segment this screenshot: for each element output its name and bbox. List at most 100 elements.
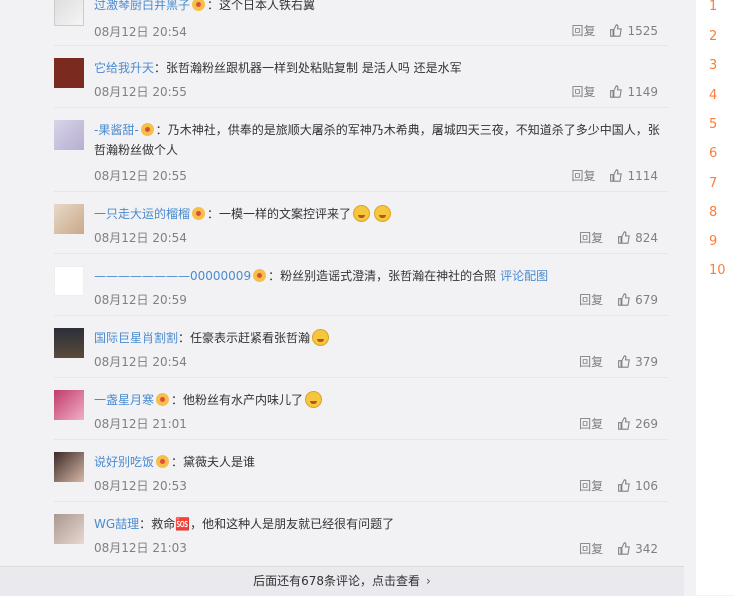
rank-number[interactable]: 2 <box>692 28 734 46</box>
comment-actions: 回复 1114 <box>571 167 658 184</box>
rank-number[interactable]: 4 <box>692 87 734 105</box>
username-link[interactable]: 过激琴厨白井黑子 <box>94 0 190 12</box>
avatar[interactable] <box>54 514 84 544</box>
comment-text-line: -果酱甜- ：乃木神社，供奉的是旅顺大屠杀的军神乃木希典，屠城四天三夜，不知道杀了… <box>94 120 668 160</box>
comment-text: 他粉丝有水产内味儿了 <box>183 393 304 407</box>
like-button[interactable]: 679 <box>617 293 658 307</box>
like-button[interactable]: 824 <box>617 231 658 245</box>
load-more-comments-button[interactable]: 后面还有678条评论，点击查看 › <box>0 566 684 596</box>
comment-item: 国际巨星肖割割：任豪表示赶紧看张哲瀚 08月12日 20:54 回复 379 <box>0 316 684 378</box>
load-more-label: 后面还有678条评论，点击查看 <box>253 574 421 588</box>
rank-number[interactable]: 1 <box>692 0 734 16</box>
avatar[interactable] <box>54 328 84 358</box>
reply-button[interactable]: 回复 <box>571 83 595 100</box>
thumbs-up-icon <box>618 417 630 430</box>
thumbs-up-icon <box>618 231 630 244</box>
like-button[interactable]: 1525 <box>609 24 658 38</box>
like-button[interactable]: 342 <box>617 542 658 556</box>
reply-button[interactable]: 回复 <box>579 353 603 370</box>
comment-list: 过激琴厨白井黑子 ：这个日本人铁右翼 08月12日 20:54 回复 1525 它… <box>0 0 684 596</box>
reply-button[interactable]: 回复 <box>579 477 603 494</box>
comment-text-line: 它给我升天：张哲瀚粉丝跟机器一样到处粘贴复制 是活人吗 还是水军 <box>94 58 668 78</box>
rank-number[interactable]: 8 <box>692 204 734 222</box>
like-count: 269 <box>635 416 658 431</box>
avatar[interactable] <box>54 390 84 420</box>
comment-text-line: ————————00000009 ：粉丝别造谣式澄清，张哲瀚在神社的合照 评论配图 <box>94 266 668 286</box>
comment-text: 粉丝别造谣式澄清，张哲瀚在神社的合照 <box>280 269 497 283</box>
reply-button[interactable]: 回复 <box>579 229 603 246</box>
timestamp: 08月12日 20:55 <box>94 169 187 183</box>
comment-text: 黛薇夫人是谁 <box>183 455 256 469</box>
reply-button[interactable]: 回复 <box>579 291 603 308</box>
like-count: 824 <box>635 230 658 245</box>
comment-item: 过激琴厨白井黑子 ：这个日本人铁右翼 08月12日 20:54 回复 1525 <box>0 0 684 46</box>
crown-badge-icon <box>253 269 267 282</box>
comment-actions: 回复 379 <box>579 353 658 370</box>
crown-badge-icon <box>140 123 154 136</box>
timestamp: 08月12日 20:54 <box>94 355 187 369</box>
rank-number[interactable]: 3 <box>692 57 734 75</box>
comment-actions: 回复 679 <box>579 291 658 308</box>
username-link[interactable]: 一只走大运的榴榴 <box>94 207 190 221</box>
like-button[interactable]: 106 <box>617 479 658 493</box>
comment-item: 它给我升天：张哲瀚粉丝跟机器一样到处粘贴复制 是活人吗 还是水军 08月12日 … <box>0 46 684 108</box>
reply-button[interactable]: 回复 <box>571 167 595 184</box>
like-count: 106 <box>635 478 658 493</box>
comment-text: 一模一样的文案控评来了 <box>219 207 352 221</box>
emoji-face-icon <box>305 391 323 408</box>
avatar[interactable] <box>54 120 84 150</box>
thumbs-up-icon <box>610 24 623 37</box>
reply-button[interactable]: 回复 <box>571 22 595 39</box>
thumbs-up-icon <box>610 85 623 98</box>
like-button[interactable]: 379 <box>617 355 658 369</box>
rank-number[interactable]: 7 <box>692 175 734 193</box>
username-link[interactable]: 它给我升天 <box>94 61 154 75</box>
separator: ： <box>178 331 191 345</box>
like-count: 679 <box>635 292 658 307</box>
like-button[interactable]: 1149 <box>609 85 658 99</box>
like-count: 342 <box>635 541 658 556</box>
comment-actions: 回复 1525 <box>571 22 658 39</box>
like-count: 1149 <box>627 84 658 99</box>
username-link[interactable]: ————————00000009 <box>94 269 251 283</box>
avatar[interactable] <box>54 0 84 26</box>
avatar[interactable] <box>54 266 84 296</box>
rank-number[interactable]: 5 <box>692 116 734 134</box>
rank-number[interactable]: 6 <box>692 145 734 163</box>
timestamp: 08月12日 20:54 <box>94 231 187 245</box>
thumbs-up-icon <box>618 293 630 306</box>
image-comment-link[interactable]: 评论配图 <box>500 269 548 283</box>
username-link[interactable]: 国际巨星肖割割 <box>94 331 178 345</box>
comment-item: 一只走大运的榴榴 ：一模一样的文案控评来了 08月12日 20:54 回复 824 <box>0 192 684 254</box>
timestamp: 08月12日 21:01 <box>94 417 187 431</box>
emoji-face-icon <box>374 205 392 222</box>
comment-text-line: 一盏星月寒 ：他粉丝有水产内味儿了 <box>94 390 668 410</box>
separator: ： <box>207 207 220 221</box>
thumbs-up-icon <box>618 479 630 492</box>
comment-text-line: 一只走大运的榴榴 ：一模一样的文案控评来了 <box>94 204 668 224</box>
comment-item: -果酱甜- ：乃木神社，供奉的是旅顺大屠杀的军神乃木希典，屠城四天三夜，不知道杀了… <box>0 108 684 192</box>
rank-number[interactable]: 9 <box>692 233 734 251</box>
username-link[interactable]: 说好别吃饭 <box>94 455 154 469</box>
reply-button[interactable]: 回复 <box>579 415 603 432</box>
like-button[interactable]: 1114 <box>609 169 658 183</box>
crown-badge-icon <box>156 393 170 406</box>
comment-text: 任豪表示赶紧看张哲瀚 <box>190 331 311 345</box>
username-link[interactable]: 一盏星月寒 <box>94 393 154 407</box>
separator: ： <box>268 269 281 283</box>
avatar[interactable] <box>54 204 84 234</box>
comment-text: 张哲瀚粉丝跟机器一样到处粘贴复制 是活人吗 还是水军 <box>166 61 462 75</box>
username-link[interactable]: WG喆理 <box>94 517 139 531</box>
reply-button[interactable]: 回复 <box>579 540 603 557</box>
rank-number[interactable]: 10 <box>692 262 734 280</box>
chevron-right-icon: › <box>426 574 431 588</box>
timestamp: 08月12日 21:03 <box>94 541 187 555</box>
comment-item: WG喆理：救命🆘，他和这种人是朋友就已经很有问题了 08月12日 21:03 回… <box>0 502 684 566</box>
crown-badge-icon <box>192 207 206 220</box>
username-link[interactable]: -果酱甜- <box>94 123 139 137</box>
separator: ： <box>155 123 168 137</box>
avatar[interactable] <box>54 452 84 482</box>
avatar[interactable] <box>54 58 84 88</box>
comment-text: 乃木神社，供奉的是旅顺大屠杀的军神乃木希典，屠城四天三夜，不知道杀了多少中国人，… <box>94 123 660 157</box>
like-button[interactable]: 269 <box>617 417 658 431</box>
